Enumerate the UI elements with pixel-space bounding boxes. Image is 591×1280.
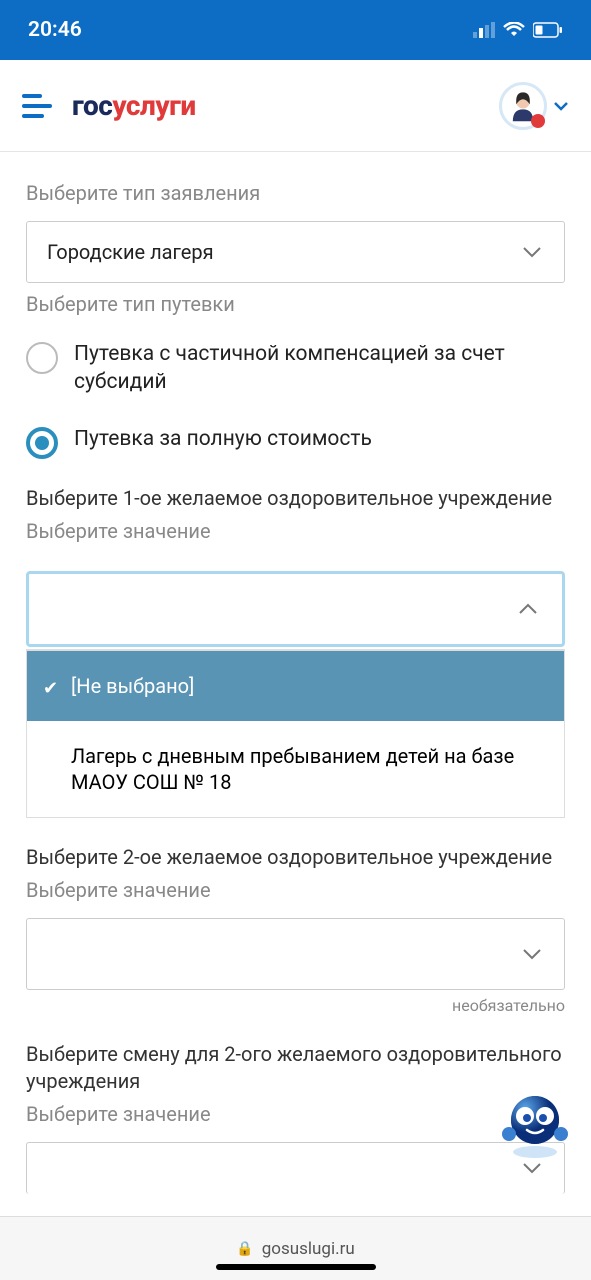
label-voucher-type: Выберите тип путевки xyxy=(26,291,565,318)
radio-full-price-label: Путевка за полную стоимость xyxy=(74,425,372,453)
status-icons xyxy=(473,22,563,38)
label-institution-2: Выберите 2-ое желаемое оздоровительное у… xyxy=(26,844,565,871)
logo[interactable]: госуслуги xyxy=(72,89,196,122)
radio-subsidy[interactable]: Путевка с частичной компенсацией за счет… xyxy=(26,340,565,397)
lock-icon: 🔒 xyxy=(236,1241,253,1257)
profile-button[interactable] xyxy=(499,82,569,130)
dropdown-option-1[interactable]: Лагерь с дневным пребыванием детей на ба… xyxy=(27,721,564,817)
dropdown-institution-1: ✔ [Не выбрано] Лагерь с дневным пребыван… xyxy=(26,649,565,818)
select-app-type-value: Городские лагеря xyxy=(47,240,214,264)
select-shift-2[interactable] xyxy=(26,1142,565,1194)
label-app-type: Выберите тип заявления xyxy=(26,180,565,207)
form-content: Выберите тип заявления Городские лагеря … xyxy=(0,152,591,1194)
status-time: 20:46 xyxy=(28,18,82,42)
select-institution-2[interactable] xyxy=(26,918,565,990)
checkmark-icon: ✔ xyxy=(43,677,58,700)
optional-label: необязательно xyxy=(26,996,565,1015)
app-header: госуслуги xyxy=(0,60,591,152)
chevron-down-icon xyxy=(520,942,544,966)
avatar xyxy=(499,82,547,130)
radio-selected-icon xyxy=(26,427,58,459)
chevron-down-icon xyxy=(520,240,544,264)
dropdown-option-1-label: Лагерь с дневным пребыванием детей на ба… xyxy=(71,744,514,794)
home-indicator[interactable] xyxy=(216,1264,376,1270)
chevron-down-icon xyxy=(553,98,569,114)
select-institution-1[interactable] xyxy=(26,571,565,647)
signal-icon xyxy=(473,22,495,38)
select-app-type[interactable]: Городские лагеря xyxy=(26,221,565,283)
label-institution-1: Выберите 1-ое желаемое оздоровительное у… xyxy=(26,485,565,512)
radio-icon xyxy=(26,342,58,374)
radio-full-price[interactable]: Путевка за полную стоимость xyxy=(26,425,565,459)
status-bar: 20:46 xyxy=(0,0,591,60)
dropdown-option-none[interactable]: ✔ [Не выбрано] xyxy=(27,651,564,721)
label-institution-2-hint: Выберите значение xyxy=(26,877,565,904)
logo-part-gos: гос xyxy=(72,89,112,122)
chatbot-button[interactable] xyxy=(497,1086,573,1162)
wifi-icon xyxy=(503,22,525,38)
label-shift-2: Выберите смену для 2-ого желаемого оздор… xyxy=(26,1041,565,1095)
label-institution-1-hint: Выберите значение xyxy=(26,518,565,545)
dropdown-option-none-label: [Не выбрано] xyxy=(71,674,194,698)
radio-subsidy-label: Путевка с частичной компенсацией за счет… xyxy=(74,340,565,397)
url-text: gosuslugi.ru xyxy=(262,1239,355,1259)
logo-part-uslugi: услуги xyxy=(112,89,195,122)
menu-icon[interactable] xyxy=(22,94,54,118)
chevron-up-icon xyxy=(516,597,540,621)
battery-icon xyxy=(533,22,563,38)
notification-dot-icon xyxy=(531,114,545,128)
browser-bar: 🔒 gosuslugi.ru xyxy=(0,1216,591,1280)
label-shift-2-hint: Выберите значение xyxy=(26,1101,565,1128)
